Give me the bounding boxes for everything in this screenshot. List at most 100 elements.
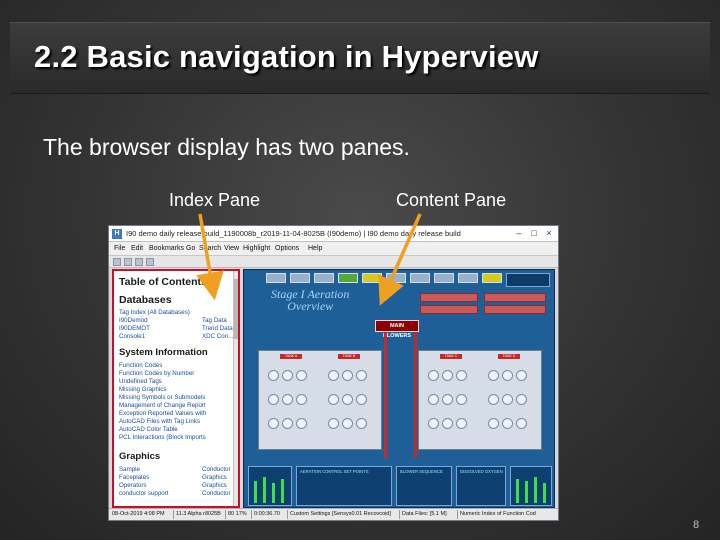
graphics-link[interactable]: Conductor: [202, 466, 231, 473]
status-timer: 0:00:36.70: [254, 511, 280, 517]
menu-highlight[interactable]: Highlight: [243, 245, 270, 252]
do-panel[interactable]: DISSOLVED OXYGEN: [456, 466, 506, 506]
graphics-link[interactable]: Faceplates: [119, 474, 149, 481]
tank-label: TANK B: [338, 354, 360, 359]
system-link[interactable]: Function Codes: [119, 362, 162, 369]
diffuser: [456, 370, 467, 381]
system-link[interactable]: Function Codes by Number: [119, 370, 194, 377]
menubar: File Edit Bookmarks Go Search View Highl…: [109, 242, 558, 256]
air-main-pipe: [384, 332, 387, 458]
index-pane-scrollbar[interactable]: [233, 271, 238, 506]
db-link[interactable]: XDC Con...: [202, 333, 233, 340]
diffuser: [442, 394, 453, 405]
window-titlebar: H I90 demo daily release build_1190008b_…: [109, 226, 558, 242]
minimize-icon[interactable]: –: [512, 227, 526, 240]
diffuser: [516, 370, 527, 381]
air-main-pipe: [414, 332, 417, 458]
menu-file[interactable]: File: [114, 245, 125, 252]
status-divider: [225, 510, 226, 519]
system-link[interactable]: Missing Symbols or Submodels: [119, 394, 205, 401]
maximize-icon[interactable]: □: [527, 227, 541, 240]
gauge-panel[interactable]: [510, 466, 552, 506]
diffuser: [356, 370, 367, 381]
sequence-panel[interactable]: BLOWER SEQUENCE: [396, 466, 452, 506]
diffuser: [488, 370, 499, 381]
index-pane: Table of Contents Databases Tag Index (A…: [112, 269, 240, 508]
system-link[interactable]: Undefined Tags: [119, 378, 162, 385]
title-bar: 2.2 Basic navigation in Hyperview: [10, 22, 710, 94]
nav-icon[interactable]: [290, 273, 310, 283]
alarm-indicator[interactable]: [506, 273, 550, 287]
menu-bookmarks[interactable]: Bookmarks: [149, 245, 184, 252]
status-banner[interactable]: [420, 305, 478, 314]
system-link[interactable]: Missing Graphics: [119, 386, 166, 393]
slide: 2.2 Basic navigation in Hyperview The br…: [0, 0, 720, 540]
scrollbar-thumb[interactable]: [234, 279, 238, 339]
diffuser: [516, 418, 527, 429]
status-banner[interactable]: [484, 305, 546, 314]
nav-icon[interactable]: [266, 273, 286, 283]
diffuser: [328, 394, 339, 405]
diffuser: [442, 418, 453, 429]
graphics-link[interactable]: Graphics: [202, 482, 227, 489]
graphics-heading: Graphics: [119, 451, 161, 462]
diffuser: [296, 370, 307, 381]
menu-options[interactable]: Options: [275, 245, 299, 252]
db-link[interactable]: Tag Index (All Databases): [119, 309, 190, 316]
status-banner[interactable]: [484, 293, 546, 302]
forward-icon[interactable]: [124, 258, 132, 266]
status-current-page: Numeric Index of Function Cod: [460, 511, 536, 517]
diffuser: [428, 394, 439, 405]
home-icon[interactable]: [135, 258, 143, 266]
close-icon[interactable]: ×: [542, 227, 556, 240]
graphics-link[interactable]: conductor support: [119, 490, 169, 497]
main-blowers[interactable]: MAIN BLOWERS: [375, 320, 419, 339]
diffuser: [356, 418, 367, 429]
nav-icon[interactable]: [338, 273, 358, 283]
db-link[interactable]: I90Demod: [119, 317, 148, 324]
diffuser: [342, 394, 353, 405]
menu-help[interactable]: Help: [308, 245, 322, 252]
back-icon[interactable]: [113, 258, 121, 266]
status-datafiles: Data Files: [5.1 M]: [402, 511, 447, 517]
nav-icon[interactable]: [458, 273, 478, 283]
menu-edit[interactable]: Edit: [131, 245, 143, 252]
db-link[interactable]: Console1: [119, 333, 145, 340]
graphics-link[interactable]: Sample: [119, 466, 140, 473]
status-zoom: 80 17%: [228, 511, 247, 517]
nav-icon[interactable]: [386, 273, 406, 283]
menu-search[interactable]: Search: [199, 245, 221, 252]
diffuser: [502, 370, 513, 381]
nav-icon[interactable]: [410, 273, 430, 283]
system-link[interactable]: Management of Change Report: [119, 402, 206, 409]
db-link[interactable]: Trend Data: [202, 325, 233, 332]
status-divider: [173, 510, 174, 519]
nav-icon[interactable]: [362, 273, 382, 283]
nav-icon[interactable]: [482, 273, 502, 283]
system-link[interactable]: PCL Interactions (Block Imports: [119, 434, 206, 441]
gauge-bar: [543, 483, 546, 503]
panel-heading: AERATION CONTROL SET POINTS: [300, 469, 369, 474]
graphics-link[interactable]: Graphics: [202, 474, 227, 481]
menu-view[interactable]: View: [224, 245, 239, 252]
print-icon[interactable]: [146, 258, 154, 266]
system-link[interactable]: Exception Reported Values with: [119, 410, 206, 417]
tank-label: TANK C: [440, 354, 462, 359]
graphics-link[interactable]: Operators: [119, 482, 147, 489]
db-link[interactable]: Tag Data: [202, 317, 227, 324]
slide-title: 2.2 Basic navigation in Hyperview: [34, 39, 539, 74]
system-link[interactable]: AutoCAD Color Table: [119, 426, 178, 433]
status-banner[interactable]: [420, 293, 478, 302]
graphic-title-line2: Overview: [287, 299, 334, 313]
system-link[interactable]: AutoCAD Files with Tag Links: [119, 418, 200, 425]
slide-body-text: The browser display has two panes.: [43, 134, 410, 160]
menu-go[interactable]: Go: [186, 245, 195, 252]
graphics-link[interactable]: Conductor: [202, 490, 231, 497]
nav-icon[interactable]: [314, 273, 334, 283]
setpoint-panel[interactable]: AERATION CONTROL SET POINTS: [296, 466, 392, 506]
gauge-bar: [534, 477, 537, 503]
nav-icon[interactable]: [434, 273, 454, 283]
status-settings: Custom Settings [Sensys0.01 Recovcoid]: [290, 511, 391, 517]
gauge-panel[interactable]: [248, 466, 292, 506]
db-link[interactable]: I90DEMOT: [119, 325, 150, 332]
